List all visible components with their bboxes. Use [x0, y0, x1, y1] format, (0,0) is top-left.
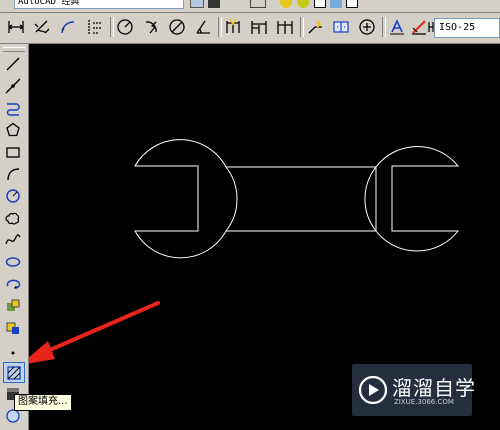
wrench-handle	[226, 166, 377, 232]
aligned-dim-icon[interactable]	[31, 16, 53, 38]
baseline-dim-icon[interactable]	[248, 16, 270, 38]
tolerance-icon[interactable]	[330, 16, 352, 38]
wrench-right-head	[364, 145, 460, 252]
ellipse-tool-icon[interactable]	[3, 252, 23, 271]
pointer-arrow	[29, 301, 160, 364]
revision-cloud-tool-icon[interactable]	[3, 208, 23, 227]
workspace-select[interactable]: AutoCAD 经典	[14, 0, 184, 9]
quick-leader-icon[interactable]	[304, 16, 326, 38]
workspace-settings-icon[interactable]	[190, 0, 204, 8]
layer-lock-icon[interactable]	[297, 0, 309, 8]
draw-toolbar	[0, 44, 29, 430]
polyline-tool-icon[interactable]	[3, 98, 23, 117]
rectangle-tool-icon[interactable]	[3, 142, 23, 161]
dimension-toolbar: ISO-25	[0, 13, 500, 44]
ellipse-arc-tool-icon[interactable]	[3, 274, 23, 293]
line-tool-icon[interactable]	[3, 54, 23, 73]
hatch-tool-icon[interactable]	[3, 362, 25, 383]
polygon-tool-icon[interactable]	[3, 120, 23, 139]
hatch-tooltip: 图案填充...	[14, 394, 72, 411]
layer-color-icon[interactable]	[314, 0, 326, 8]
layer-manager-icon[interactable]	[250, 0, 266, 8]
quick-dim-icon[interactable]	[222, 16, 244, 38]
dim-style-select[interactable]: ISO-25	[434, 18, 500, 38]
continue-dim-icon[interactable]	[274, 16, 296, 38]
watermark-subtitle: ZIXUE.3066.COM	[394, 398, 454, 406]
arc-length-dim-icon[interactable]	[57, 16, 79, 38]
spline-tool-icon[interactable]	[3, 230, 23, 249]
watermark-title: 溜溜自学	[392, 376, 476, 400]
construction-line-tool-icon[interactable]	[3, 76, 23, 95]
center-mark-icon[interactable]	[356, 16, 378, 38]
layer-freeze-icon[interactable]	[330, 0, 342, 8]
watermark: 溜溜自学 ZIXUE.3066.COM	[352, 364, 475, 416]
layer-name-icon[interactable]	[346, 0, 358, 8]
point-tool-icon[interactable]	[3, 340, 23, 359]
workspace-save-icon[interactable]	[208, 0, 220, 8]
insert-block-tool-icon[interactable]	[3, 296, 23, 315]
make-block-tool-icon[interactable]	[3, 318, 23, 337]
radius-dim-icon[interactable]	[114, 16, 136, 38]
workspace-toolbar: AutoCAD 经典	[0, 0, 500, 13]
linear-dim-icon[interactable]	[5, 16, 27, 38]
ordinate-dim-icon[interactable]	[83, 16, 105, 38]
layer-state-icon[interactable]	[280, 0, 292, 8]
angular-dim-icon[interactable]	[192, 16, 214, 38]
wrench-left-head	[134, 139, 238, 259]
jogged-dim-icon[interactable]	[140, 16, 162, 38]
dimedit-icon[interactable]	[386, 16, 408, 38]
toolbar-grip[interactable]	[3, 47, 25, 52]
diameter-dim-icon[interactable]	[166, 16, 188, 38]
watermark-logo-icon	[358, 375, 388, 405]
circle-tool-icon[interactable]	[3, 186, 23, 205]
arc-tool-icon[interactable]	[3, 164, 23, 183]
wrench-drawing	[134, 139, 460, 259]
dimtedit-icon[interactable]	[408, 16, 430, 38]
